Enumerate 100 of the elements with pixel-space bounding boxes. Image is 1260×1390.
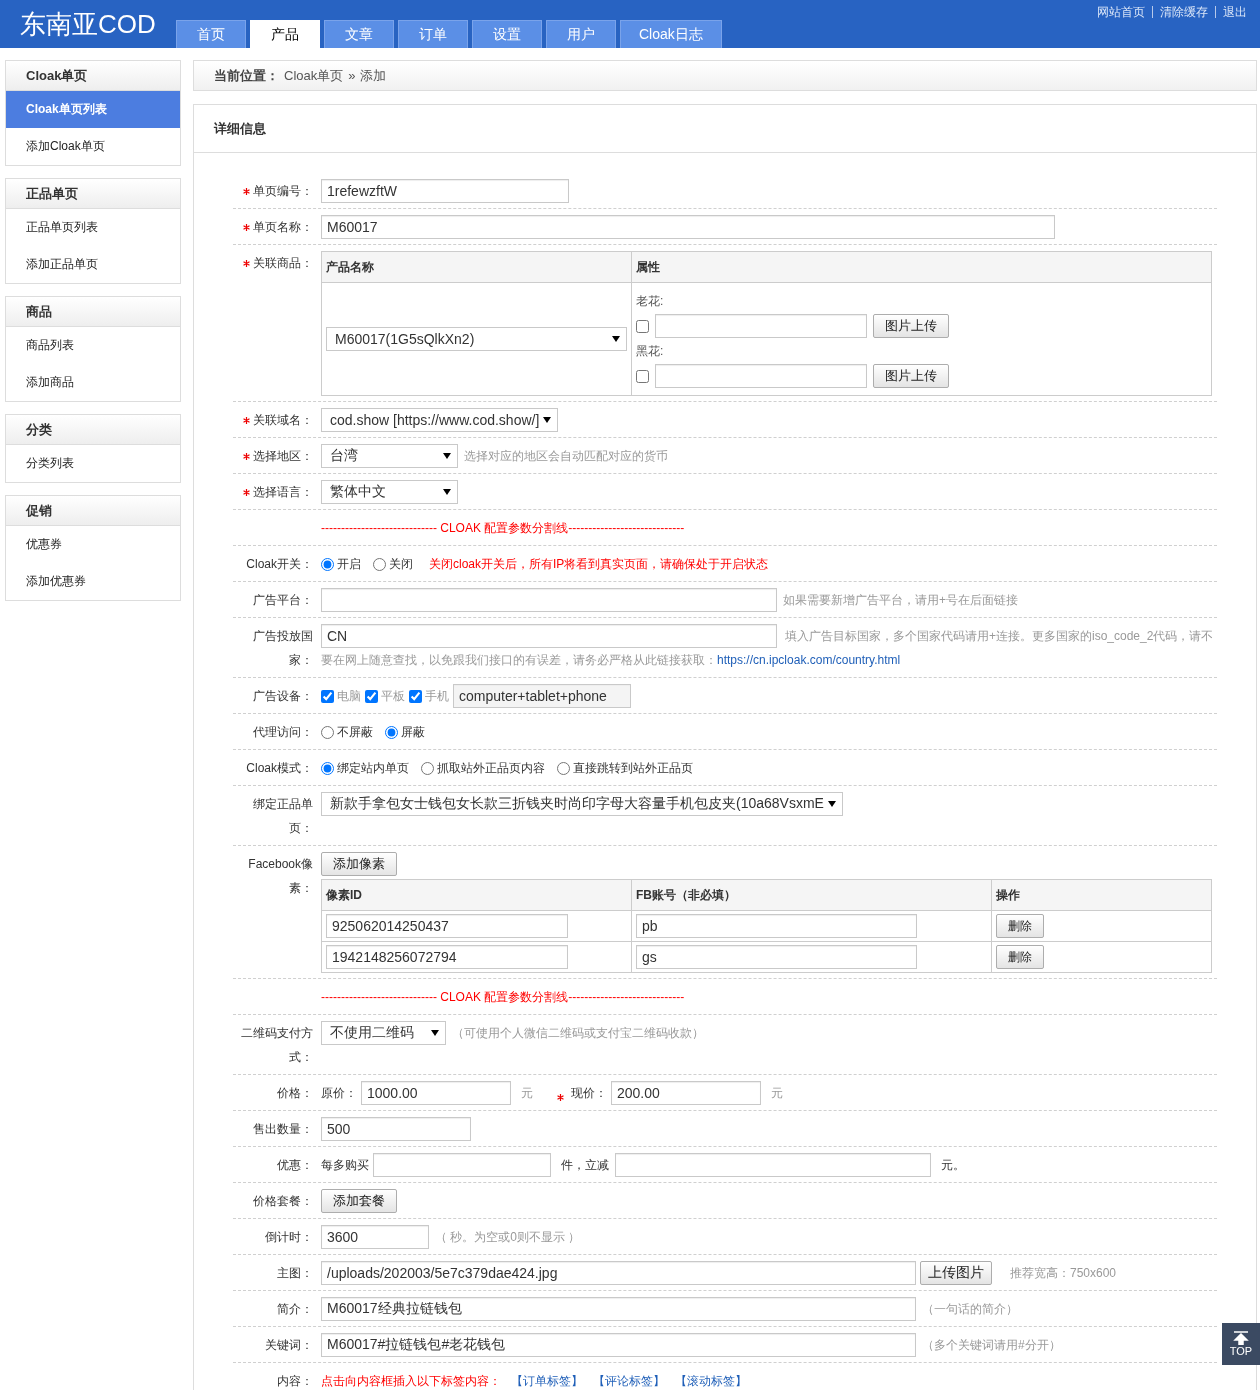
warning-text: 关闭cloak开关后，所有IP将看到真实页面，请确保处于开启状态 — [429, 555, 769, 573]
input-field[interactable]: 925062014250437 — [326, 914, 568, 938]
tag-link[interactable]: 【评论标签】 — [593, 1372, 665, 1390]
upload-button[interactable]: 图片上传 — [873, 314, 949, 338]
field-label: 代理访问： — [253, 724, 313, 741]
input-field[interactable]: 500 — [321, 1117, 471, 1141]
input-field[interactable]: M60017经典拉链钱包 — [321, 1297, 916, 1321]
radio-label: 屏蔽 — [401, 723, 425, 741]
divider-text: ----------------------------- CLOAK 配置参数分割线----------------------------- — [321, 988, 685, 1006]
hint-text: 要在网上随意查找，以免跟我们接口的有误差，请务必严格从此链接获取：https://cn.ipcloak.com/country.html — [321, 653, 901, 667]
field-label: 内容： — [277, 1373, 313, 1390]
radio-button[interactable] — [557, 761, 570, 775]
back-to-top-button[interactable]: TOP — [1222, 1323, 1260, 1365]
input-field[interactable]: M60017#拉链钱包#老花钱包 — [321, 1333, 916, 1357]
panel-title: 详细信息 — [194, 105, 1256, 153]
input-field[interactable]: gs — [636, 945, 917, 969]
radio-label: 抓取站外正品页内容 — [437, 759, 545, 777]
input-field[interactable]: 200.00 — [611, 1081, 761, 1105]
header-link[interactable]: 清除缓存 — [1152, 6, 1215, 18]
input-field[interactable]: 1refewzftW — [321, 179, 569, 203]
field-label: 广告设备： — [253, 688, 313, 705]
country-link[interactable]: https://cn.ipcloak.com/country.html — [717, 653, 901, 667]
hint-text: 如果需要新增广告平台，请用+号在后面链接 — [783, 591, 1018, 609]
checkbox[interactable] — [409, 689, 422, 703]
select-field[interactable]: 台湾 — [321, 444, 458, 468]
field-label: 单页编号： — [253, 183, 313, 200]
select-field[interactable]: M60017(1G5sQlkXn2) — [326, 327, 627, 351]
input-field[interactable]: 3600 — [321, 1225, 429, 1249]
breadcrumb-separator: » — [348, 68, 356, 83]
divider-text: ----------------------------- CLOAK 配置参数分割线----------------------------- — [321, 519, 685, 537]
arrow-up-icon — [1233, 1331, 1249, 1345]
checkbox[interactable] — [636, 319, 649, 333]
input-field[interactable]: CN — [321, 624, 777, 648]
input-field[interactable] — [615, 1153, 931, 1177]
tag-link[interactable]: 【滚动标签】 — [675, 1372, 747, 1390]
input-field[interactable] — [655, 364, 867, 388]
add-package-button[interactable]: 添加套餐 — [321, 1189, 397, 1213]
attribute-name: 老花: — [636, 293, 665, 310]
field-label: Cloak开关： — [246, 556, 313, 573]
radio-button[interactable] — [385, 725, 398, 739]
caret-icon — [443, 489, 451, 495]
checkbox[interactable] — [365, 689, 378, 703]
input-field[interactable] — [655, 314, 867, 338]
field-label: 绑定正品单页： — [252, 796, 313, 837]
upload-button[interactable]: 上传图片 — [920, 1261, 992, 1285]
tag-link[interactable]: 【订单标签】 — [511, 1372, 583, 1390]
column-header: 像素ID — [321, 879, 632, 911]
hint-text: （ 秒。为空或0则不显示 ） — [435, 1228, 581, 1246]
input-field[interactable]: 1942148256072794 — [326, 945, 568, 969]
radio-button[interactable] — [321, 557, 334, 571]
delete-button[interactable]: 删除 — [996, 945, 1044, 969]
field-label: Cloak模式： — [246, 760, 313, 777]
field-label: 关键词： — [265, 1337, 313, 1354]
radio-label: 开启 — [337, 555, 361, 573]
input-field[interactable]: pb — [636, 914, 917, 938]
delete-button[interactable]: 删除 — [996, 914, 1044, 938]
radio-label: 绑定站内单页 — [337, 759, 409, 777]
field-label: 售出数量： — [253, 1121, 313, 1138]
column-header: 操作 — [991, 879, 1212, 911]
checkbox[interactable] — [636, 369, 649, 383]
field-label: 原价： — [321, 1084, 357, 1102]
radio-label: 关闭 — [389, 555, 413, 573]
select-field[interactable]: 繁体中文 — [321, 480, 458, 504]
hint-text: （多个关键词请用#分开） — [922, 1336, 1061, 1354]
field-label: 简介： — [277, 1301, 313, 1318]
column-header: 产品名称 — [321, 251, 632, 283]
radio-button[interactable] — [321, 761, 334, 775]
logo-text: 东南亚COD — [19, 7, 157, 41]
field-label: 优惠： — [277, 1157, 313, 1174]
breadcrumb-item: 添加 — [360, 66, 387, 85]
add-pixel-button[interactable]: 添加像素 — [321, 852, 397, 876]
input-field[interactable]: M60017 — [321, 215, 1055, 239]
header-link[interactable]: 网站首页 — [1090, 6, 1152, 18]
field-label: 广告投放国家： — [252, 628, 313, 669]
select-field[interactable]: 新款手拿包女士钱包女长款三折钱夹时尚印字母大容量手机包皮夹(10a68VsxmE — [321, 792, 843, 816]
field-label: 关联域名： — [253, 412, 313, 429]
radio-button[interactable] — [373, 557, 386, 571]
select-field[interactable]: 不使用二维码 — [321, 1021, 446, 1045]
checkbox-label: 手机 — [425, 687, 449, 705]
field-label: 选择地区： — [253, 448, 313, 465]
radio-button[interactable] — [421, 761, 434, 775]
input-field[interactable] — [373, 1153, 551, 1177]
checkbox[interactable] — [321, 689, 334, 703]
checkbox-label: 电脑 — [337, 687, 361, 705]
header-link[interactable]: 退出 — [1215, 6, 1254, 18]
hint-text: 推荐宽高：750x600 — [1010, 1264, 1117, 1282]
sidebar-item[interactable]: Cloak单页列表 — [6, 91, 180, 128]
radio-label: 不屏蔽 — [337, 723, 373, 741]
hint-text: 填入广告目标国家，多个国家代码请用+连接。更多国家的iso_code_2代码，请不 — [785, 628, 1214, 645]
column-header: FB账号（非必填） — [631, 879, 992, 911]
nav-tab[interactable]: 产品 — [250, 20, 320, 48]
unit-text: 元 — [521, 1084, 533, 1102]
select-field[interactable]: cod.show [https://www.cod.show/] — [321, 408, 559, 432]
input-field[interactable]: 1000.00 — [361, 1081, 511, 1105]
input-field[interactable] — [321, 588, 777, 612]
input-field[interactable]: computer+tablet+phone — [453, 684, 631, 708]
input-field[interactable]: /uploads/202003/5e7c379dae424.jpg — [321, 1261, 916, 1285]
upload-button[interactable]: 图片上传 — [873, 364, 949, 388]
radio-label: 直接跳转到站外正品页 — [573, 759, 693, 777]
radio-button[interactable] — [321, 725, 334, 739]
